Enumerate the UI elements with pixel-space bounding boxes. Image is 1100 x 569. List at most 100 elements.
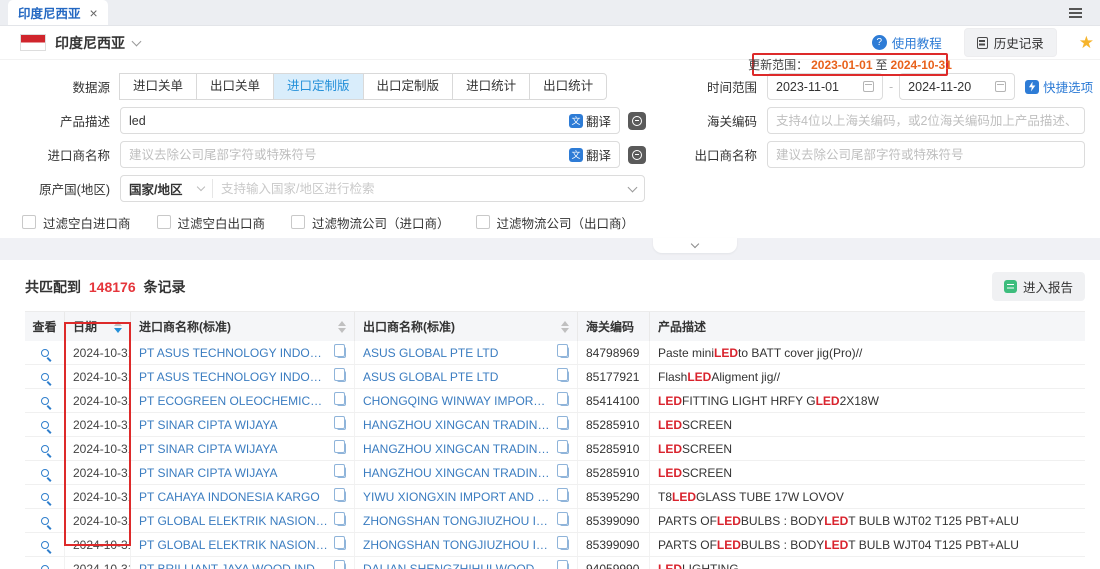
copy-icon[interactable] bbox=[560, 491, 569, 502]
importer-link[interactable]: PT ASUS TECHNOLOGY INDONESIA BA... bbox=[139, 346, 329, 360]
end-date-input[interactable] bbox=[899, 73, 1015, 100]
view-magnifier-icon[interactable] bbox=[41, 349, 49, 357]
row-date: 2024-10-31 bbox=[65, 509, 131, 532]
view-magnifier-icon[interactable] bbox=[41, 397, 49, 405]
row-date: 2024-10-31 bbox=[65, 365, 131, 388]
exporter-link[interactable]: ZHONGSHAN TONGJIUZHOU INTERNA... bbox=[363, 514, 552, 528]
exporter-link[interactable]: YIWU XIONGXIN IMPORT AND EXPORT... bbox=[363, 490, 552, 504]
help-icon: ? bbox=[872, 35, 887, 50]
exporter-link[interactable]: DALIAN SHENGZHIHUI WOOD INDUST... bbox=[363, 562, 552, 569]
importer-link[interactable]: PT GLOBAL ELEKTRIK NASIONAL bbox=[139, 538, 329, 552]
copy-icon[interactable] bbox=[337, 347, 346, 358]
importer-link[interactable]: PT SINAR CIPTA WIJAYA bbox=[139, 442, 329, 456]
checkbox-box[interactable] bbox=[157, 215, 171, 229]
copy-icon[interactable] bbox=[337, 539, 346, 550]
table-row: 2024-10-31 PT SINAR CIPTA WIJAYA HANGZHO… bbox=[25, 461, 1085, 485]
copy-icon[interactable] bbox=[560, 347, 569, 358]
data-source-option[interactable]: 进口定制版 bbox=[273, 73, 364, 100]
exporter-link[interactable]: HANGZHOU XINGCAN TRADING CO LTD bbox=[363, 418, 552, 432]
importer-link[interactable]: PT SINAR CIPTA WIJAYA bbox=[139, 418, 329, 432]
copy-icon[interactable] bbox=[560, 515, 569, 526]
history-button[interactable]: 历史记录 bbox=[964, 28, 1057, 57]
importer-link[interactable]: PT BRILLIANT JAYA WOOD INDUSTRY bbox=[139, 562, 329, 569]
precise-match-icon[interactable] bbox=[628, 146, 646, 164]
exporter-link[interactable]: ZHONGSHAN TONGJIUZHOU INTERNA... bbox=[363, 538, 552, 552]
origin-search-input[interactable] bbox=[213, 182, 644, 196]
exporter-link[interactable]: HANGZHOU XINGCAN TRADING CO LTD bbox=[363, 442, 552, 456]
filter-checkbox[interactable]: 过滤空白出口商 bbox=[157, 213, 266, 232]
copy-icon[interactable] bbox=[560, 371, 569, 382]
copy-icon[interactable] bbox=[560, 419, 569, 430]
checkbox-box[interactable] bbox=[22, 215, 36, 229]
view-magnifier-icon[interactable] bbox=[41, 565, 49, 569]
data-source-option[interactable]: 出口定制版 bbox=[363, 73, 454, 100]
copy-icon[interactable] bbox=[560, 443, 569, 454]
sort-icons[interactable] bbox=[555, 321, 569, 333]
view-magnifier-icon[interactable] bbox=[41, 493, 49, 501]
importer-link[interactable]: PT CAHAYA INDONESIA KARGO bbox=[139, 490, 329, 504]
filter-checkbox[interactable]: 过滤空白进口商 bbox=[22, 213, 131, 232]
importer-name-input[interactable]: 文 翻译 bbox=[120, 141, 620, 168]
copy-icon[interactable] bbox=[337, 491, 346, 502]
header-exporter[interactable]: 出口商名称(标准) bbox=[355, 312, 578, 341]
data-source-option[interactable]: 进口统计 bbox=[452, 73, 530, 100]
tab-close-icon[interactable]: × bbox=[90, 6, 98, 20]
favorite-star-icon[interactable]: ★ bbox=[1079, 33, 1094, 53]
view-magnifier-icon[interactable] bbox=[41, 373, 49, 381]
header-importer[interactable]: 进口商名称(标准) bbox=[131, 312, 355, 341]
quick-options-link[interactable]: 快捷选项 bbox=[1025, 77, 1093, 96]
filter-checkbox[interactable]: 过滤物流公司（出口商） bbox=[476, 213, 635, 232]
row-date: 2024-10-31 bbox=[65, 437, 131, 460]
exporter-link[interactable]: ASUS GLOBAL PTE LTD bbox=[363, 346, 552, 360]
view-magnifier-icon[interactable] bbox=[41, 517, 49, 525]
copy-icon[interactable] bbox=[337, 419, 346, 430]
row-product-desc: Flash LED Aligment jig// bbox=[650, 365, 1085, 388]
importer-link[interactable]: PT ASUS TECHNOLOGY INDONESIA BA... bbox=[139, 370, 329, 384]
data-source-option[interactable]: 出口关单 bbox=[196, 73, 274, 100]
menu-icon[interactable] bbox=[1069, 8, 1082, 18]
row-hs-code: 94059990 bbox=[578, 557, 650, 569]
checkbox-box[interactable] bbox=[291, 215, 305, 229]
chevron-down-icon[interactable] bbox=[132, 36, 142, 46]
sort-icons[interactable] bbox=[108, 321, 122, 333]
row-product-desc: PARTS OF LED BULBS : BODY LED T BULB WJT… bbox=[650, 533, 1085, 556]
translate-button[interactable]: 文 翻译 bbox=[569, 111, 611, 130]
exporter-link[interactable]: HANGZHOU XINGCAN TRADING CO LTD bbox=[363, 466, 552, 480]
copy-icon[interactable] bbox=[337, 467, 346, 478]
checkbox-box[interactable] bbox=[476, 215, 490, 229]
view-magnifier-icon[interactable] bbox=[41, 421, 49, 429]
copy-icon[interactable] bbox=[337, 395, 346, 406]
translate-button[interactable]: 文 翻译 bbox=[569, 145, 611, 164]
copy-icon[interactable] bbox=[560, 395, 569, 406]
importer-link[interactable]: PT GLOBAL ELEKTRIK NASIONAL bbox=[139, 514, 329, 528]
data-source-option[interactable]: 出口统计 bbox=[529, 73, 607, 100]
copy-icon[interactable] bbox=[337, 515, 346, 526]
importer-link[interactable]: PT ECOGREEN OLEOCHEMICALS bbox=[139, 394, 329, 408]
copy-icon[interactable] bbox=[337, 563, 346, 569]
copy-icon[interactable] bbox=[560, 539, 569, 550]
hs-code-input[interactable] bbox=[767, 107, 1085, 134]
data-source-option[interactable]: 进口关单 bbox=[119, 73, 197, 100]
view-magnifier-icon[interactable] bbox=[41, 541, 49, 549]
exporter-link[interactable]: ASUS GLOBAL PTE LTD bbox=[363, 370, 552, 384]
sort-icons[interactable] bbox=[332, 321, 346, 333]
header-date[interactable]: 日期 bbox=[65, 312, 131, 341]
view-magnifier-icon[interactable] bbox=[41, 445, 49, 453]
enter-report-button[interactable]: 进入报告 bbox=[992, 272, 1085, 301]
exporter-name-input[interactable] bbox=[767, 141, 1085, 168]
tutorial-link[interactable]: ? 使用教程 bbox=[872, 33, 942, 52]
tab-indonesia[interactable]: 印度尼西亚 × bbox=[8, 0, 108, 25]
product-desc-input[interactable]: 文 翻译 bbox=[120, 107, 620, 134]
exporter-link[interactable]: CHONGQING WINWAY IMPORT AND E... bbox=[363, 394, 552, 408]
copy-icon[interactable] bbox=[337, 443, 346, 454]
view-magnifier-icon[interactable] bbox=[41, 469, 49, 477]
copy-icon[interactable] bbox=[560, 467, 569, 478]
copy-icon[interactable] bbox=[560, 563, 569, 569]
precise-match-icon[interactable] bbox=[628, 112, 646, 130]
copy-icon[interactable] bbox=[337, 371, 346, 382]
origin-type-select[interactable]: 国家/地区 bbox=[121, 179, 213, 198]
filter-checkbox[interactable]: 过滤物流公司（进口商） bbox=[291, 213, 450, 232]
collapse-panel-button[interactable] bbox=[653, 238, 737, 253]
importer-link[interactable]: PT SINAR CIPTA WIJAYA bbox=[139, 466, 329, 480]
start-date-input[interactable] bbox=[767, 73, 883, 100]
